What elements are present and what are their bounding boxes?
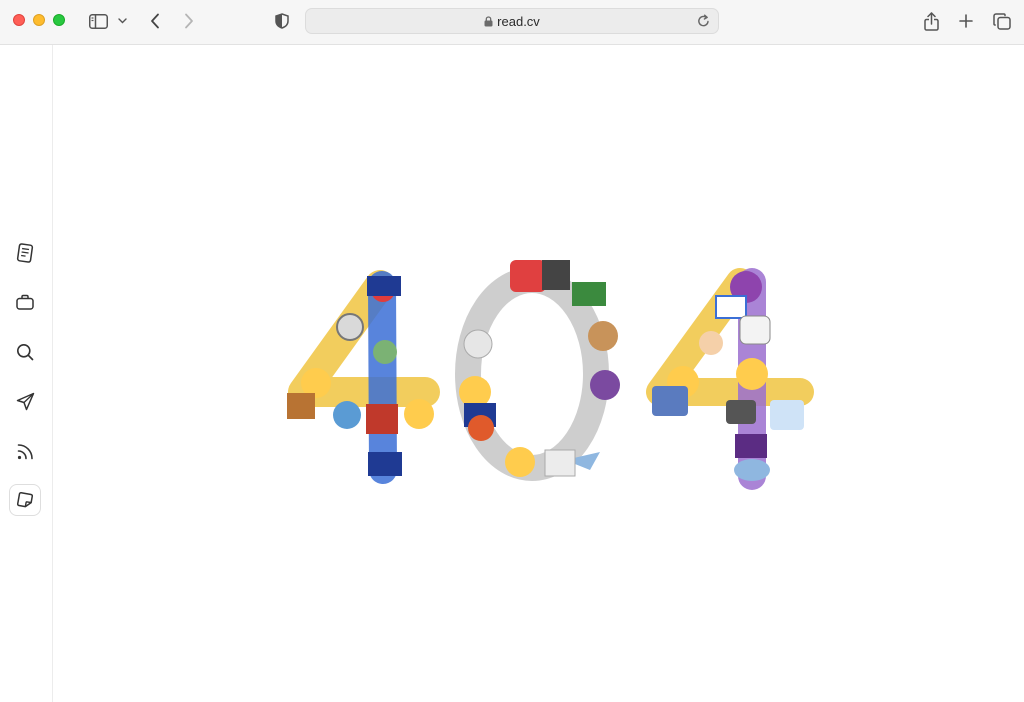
digit-zero (455, 260, 620, 481)
digit-four-right (646, 268, 814, 490)
error-404-art (287, 260, 814, 490)
digit-four-left (287, 270, 440, 484)
